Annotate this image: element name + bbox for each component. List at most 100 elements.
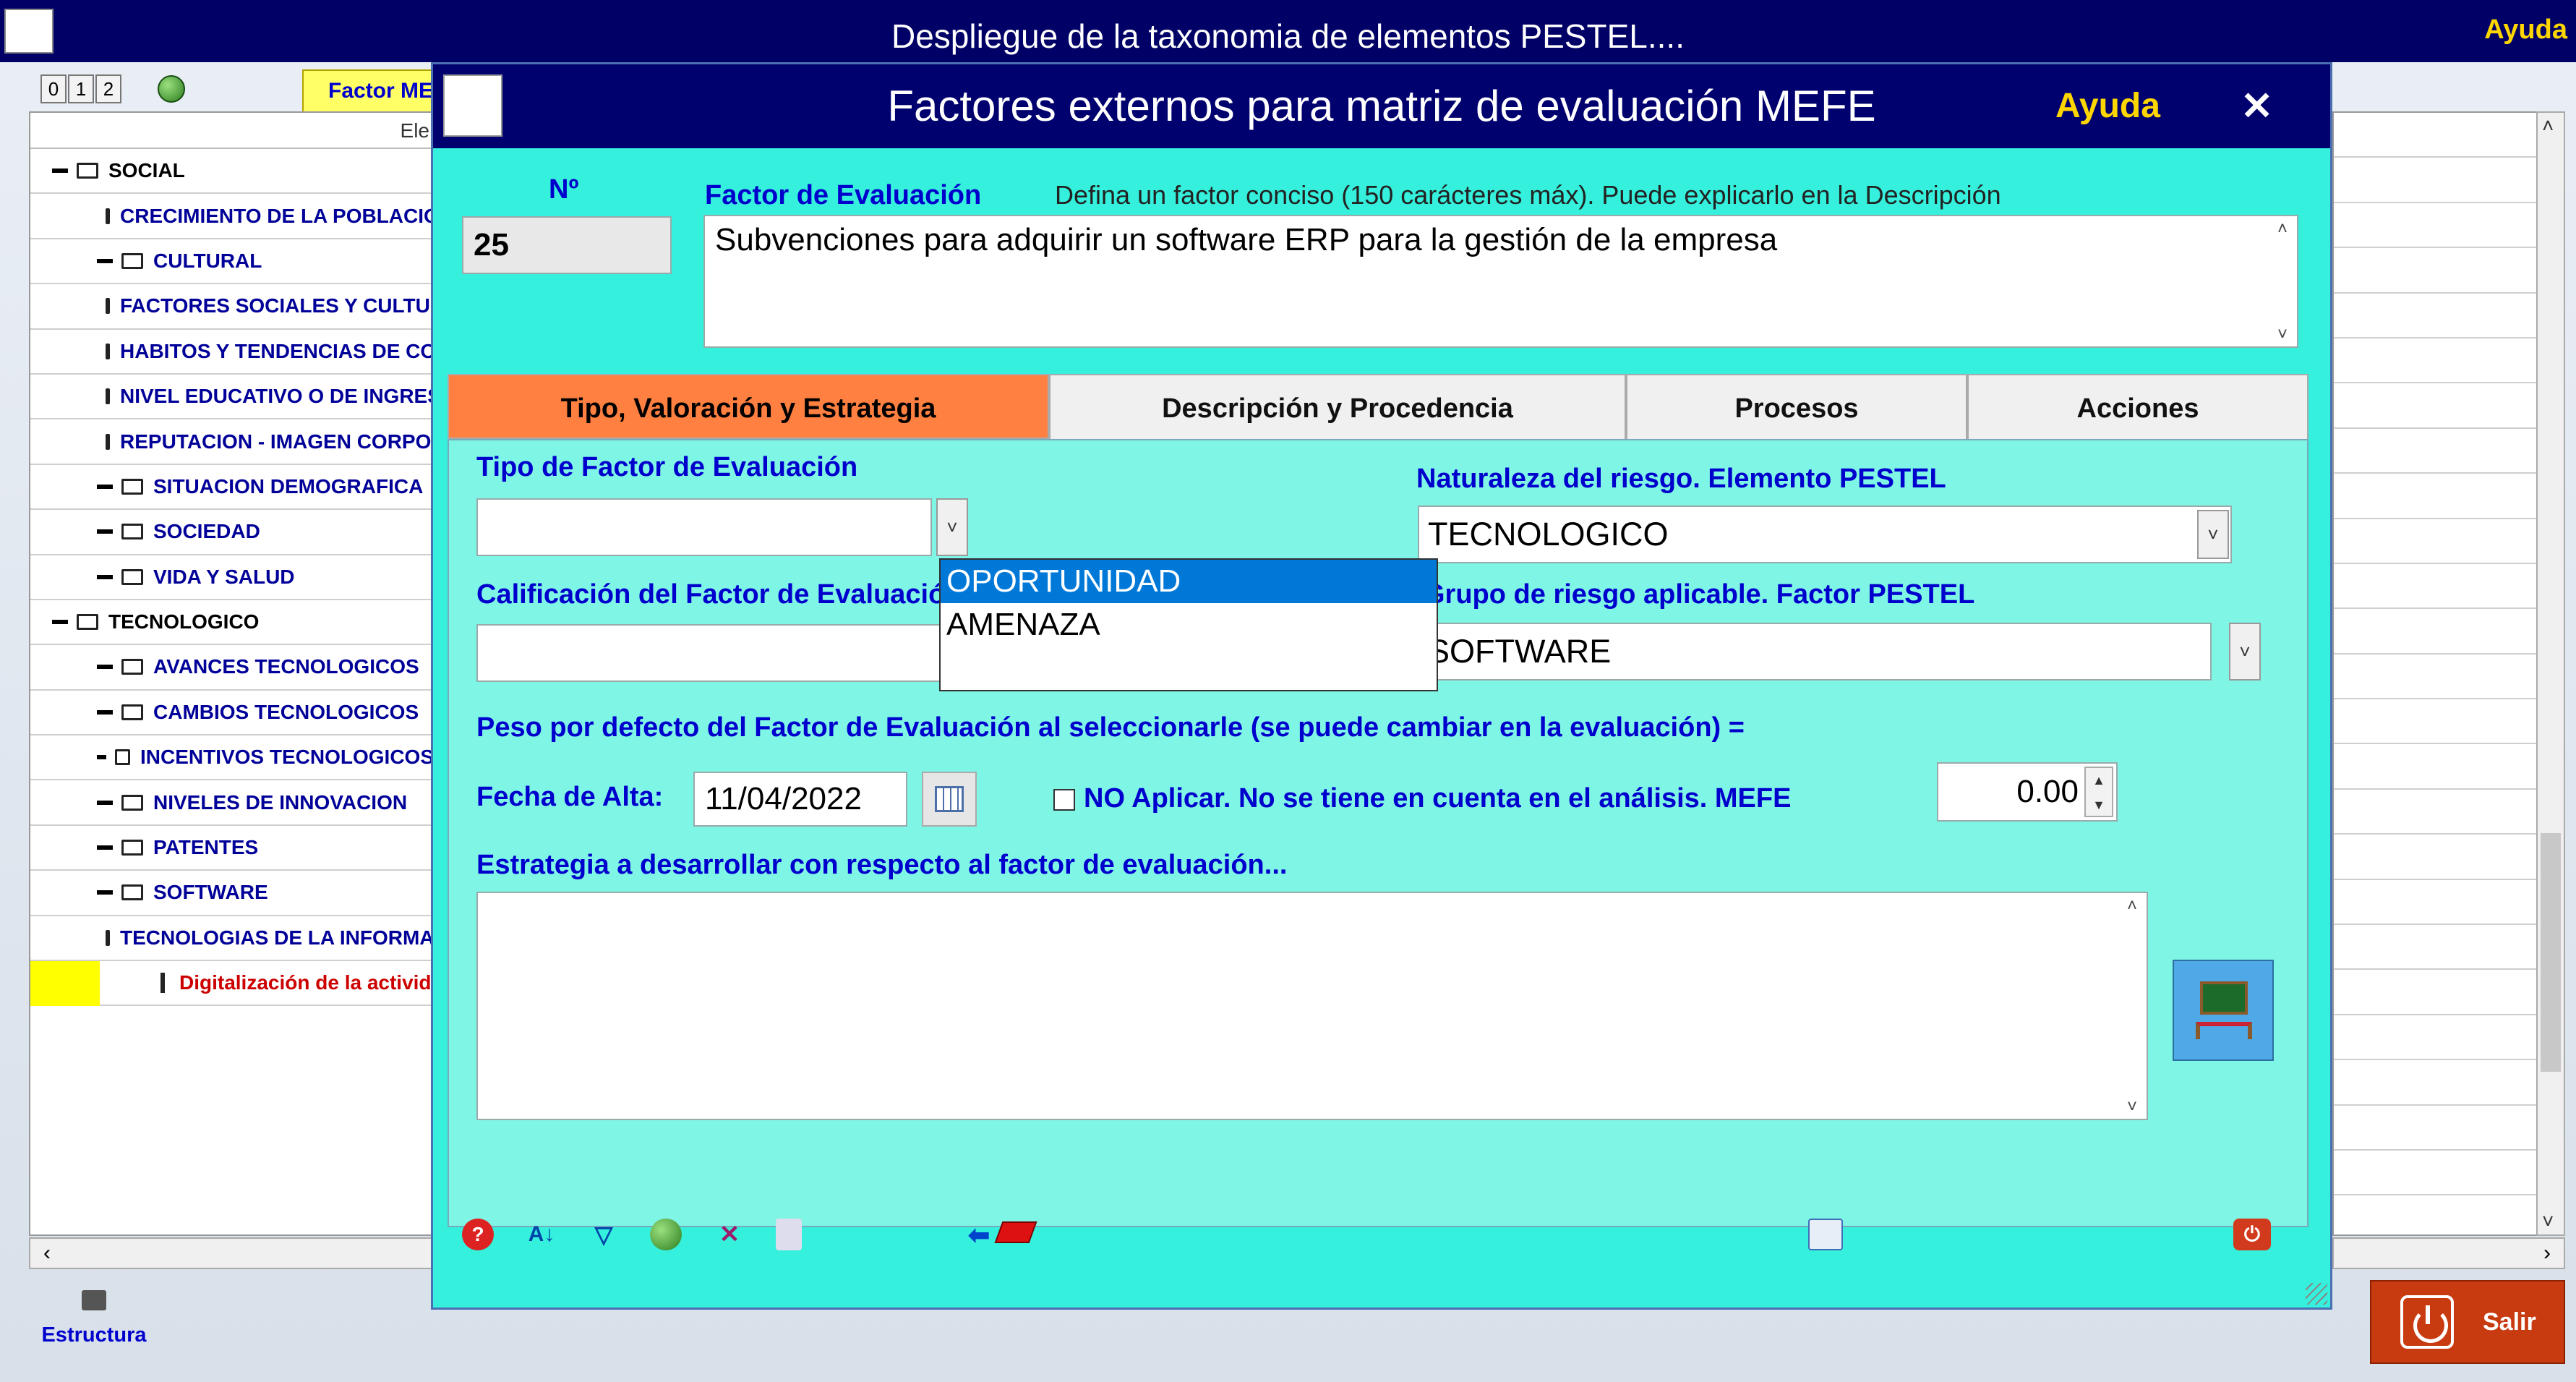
fecha-field[interactable]: 11/04/2022 (693, 772, 907, 827)
tipo-dropdown-button[interactable]: ˅ (936, 498, 968, 556)
collapse-icon[interactable] (97, 665, 113, 670)
tree-node[interactable]: SOCIAL (30, 149, 434, 195)
collapse-icon[interactable] (97, 574, 113, 579)
tree-node[interactable]: TECNOLOGIAS DE LA INFORMACION (30, 916, 434, 962)
tree-node[interactable]: TECNOLOGICO (30, 600, 434, 646)
tree-node[interactable]: VIDA Y SALUD (30, 555, 434, 600)
factor-textarea[interactable]: Subvenciones para adquirir un software E… (703, 215, 2298, 348)
fecha-label: Fecha de Alta: (476, 782, 664, 812)
globe-icon[interactable] (650, 1219, 682, 1250)
selection-highlight (30, 961, 100, 1006)
calificacion-combo[interactable] (476, 624, 975, 682)
close-icon[interactable]: ✕ (2241, 83, 2273, 129)
tree-node[interactable]: NIVELES DE INNOVACION (30, 780, 434, 826)
outer-help-link[interactable]: Ayuda (2484, 14, 2567, 46)
spellcheck-button[interactable] (2173, 960, 2274, 1061)
tree-node-label: CAMBIOS TECNOLOGICOS (153, 700, 419, 723)
save-icon[interactable] (1808, 1219, 1843, 1250)
vertical-scrollbar[interactable]: ˄ ˅ (2536, 111, 2565, 1236)
level-2-button[interactable]: 2 (95, 74, 121, 103)
tree-node[interactable]: SOCIEDAD (30, 510, 434, 555)
scroll-down-icon[interactable]: ˅ (2542, 1210, 2554, 1233)
collapse-icon[interactable] (97, 800, 113, 805)
tree-node[interactable]: INCENTIVOS TECNOLOGICOS (30, 735, 434, 781)
scroll-up-icon[interactable]: ˄ (2542, 114, 2554, 137)
factor-mefe-tab[interactable]: Factor MEFE (302, 69, 432, 113)
tree-node[interactable]: HABITOS Y TENDENCIAS DE CONSUMO (30, 330, 434, 375)
clipboard-icon[interactable] (776, 1219, 802, 1250)
dropdown-option[interactable]: OPORTUNIDAD (941, 560, 1437, 603)
tree-node[interactable]: SITUACION DEMOGRAFICA (30, 465, 434, 511)
tree-node[interactable]: FACTORES SOCIALES Y CULTURALES (30, 284, 434, 330)
collapse-icon[interactable] (97, 484, 113, 489)
resize-grip-icon[interactable] (2306, 1283, 2327, 1305)
collapse-icon[interactable] (97, 755, 107, 760)
globe-icon[interactable] (158, 75, 185, 103)
tree-header: Ele (30, 113, 434, 149)
number-field[interactable]: 25 (462, 216, 672, 274)
exit-button[interactable]: Salir (2370, 1280, 2565, 1364)
folder-icon (121, 794, 143, 811)
collapse-icon[interactable] (97, 709, 113, 715)
sort-az-icon[interactable]: A↓ (526, 1219, 557, 1250)
tree-node[interactable]: REPUTACION - IMAGEN CORPORATIVA (30, 419, 434, 465)
scroll-up-icon[interactable]: ˄ (2272, 219, 2293, 239)
folder-icon (106, 433, 110, 450)
outer-title-bar: Despliegue de la taxonomia de elementos … (0, 0, 2576, 62)
collapse-icon[interactable] (97, 258, 113, 263)
tab-acciones[interactable]: Acciones (1967, 374, 2308, 440)
level-0-button[interactable]: 0 (40, 74, 67, 103)
power-icon[interactable]: ⏻ (2233, 1219, 2271, 1250)
tree-node[interactable]: CRECIMIENTO DE LA POBLACION (30, 194, 434, 239)
grid-horizontal-scrollbar[interactable]: › (2332, 1237, 2565, 1269)
tree-node[interactable]: AVANCES TECNOLOGICOS (30, 645, 434, 691)
grupo-combo[interactable]: SOFTWARE (1418, 623, 2212, 681)
factor-label: Factor de Evaluación (705, 180, 982, 210)
tree-node-label: HABITOS Y TENDENCIAS DE CONSUMO (120, 339, 434, 362)
filter-icon[interactable]: ▽ (588, 1219, 620, 1250)
tree-node[interactable]: SOFTWARE (30, 871, 434, 916)
tree-node[interactable]: CULTURAL (30, 239, 434, 285)
excel-export-icon[interactable]: ✕ (714, 1219, 745, 1250)
tab-descripcion[interactable]: Descripción y Procedencia (1049, 374, 1626, 440)
calendar-button[interactable] (922, 772, 977, 827)
tree-node[interactable]: NIVEL EDUCATIVO O DE INGRESOS (30, 375, 434, 420)
no-aplicar-label: NO Aplicar. No se tiene en cuenta en el … (1084, 783, 1792, 814)
dropdown-option[interactable]: AMENAZA (941, 603, 1437, 647)
tab-tipo-valoracion[interactable]: Tipo, Valoración y Estrategia (448, 374, 1049, 439)
peso-spinner[interactable]: 0.00 ▲ ▼ (1937, 762, 2118, 822)
scroll-up-icon[interactable]: ˄ (2122, 896, 2142, 916)
tree-node[interactable]: PATENTES (30, 826, 434, 871)
estrategia-textarea[interactable]: ˄ ˅ (476, 892, 2148, 1120)
level-1-button[interactable]: 1 (68, 74, 94, 103)
scroll-down-icon[interactable]: ˅ (2122, 1097, 2142, 1117)
folder-icon (121, 524, 143, 540)
naturaleza-dropdown-button[interactable]: ˅ (2197, 510, 2229, 559)
tree-node-label: FACTORES SOCIALES Y CULTURALES (120, 294, 434, 317)
collapse-icon[interactable] (52, 169, 68, 174)
scroll-thumb[interactable] (2541, 833, 2561, 1072)
tree-horizontal-scrollbar[interactable]: ‹ (29, 1237, 435, 1269)
dialog-help-link[interactable]: Ayuda (2055, 86, 2160, 126)
tipo-combo[interactable] (476, 498, 932, 556)
collapse-icon[interactable] (97, 845, 113, 850)
folder-icon (106, 298, 110, 315)
tab-procesos[interactable]: Procesos (1626, 374, 1967, 440)
collapse-icon[interactable] (97, 529, 113, 534)
grupo-dropdown-button[interactable]: ˅ (2229, 623, 2261, 681)
grupo-label: Grupo de riesgo aplicable. Factor PESTEL (1424, 579, 1975, 610)
help-icon[interactable]: ? (462, 1219, 494, 1250)
collapse-icon[interactable] (52, 620, 68, 625)
collapse-icon[interactable] (97, 890, 113, 895)
no-aplicar-checkbox[interactable] (1053, 789, 1075, 811)
structure-button[interactable]: Estructura (33, 1290, 155, 1347)
back-to-book-icon[interactable]: ⬅ (968, 1219, 1048, 1250)
tree-node-label: REPUTACION - IMAGEN CORPORATIVA (120, 430, 434, 453)
naturaleza-combo[interactable]: TECNOLOGICO (1418, 506, 2232, 563)
exit-label: Salir (2483, 1308, 2536, 1336)
spinner-arrows-icon[interactable]: ▲ ▼ (2084, 767, 2113, 817)
calificacion-label: Calificación del Factor de Evaluación (476, 579, 962, 610)
folder-icon (106, 343, 110, 359)
tree-node[interactable]: CAMBIOS TECNOLOGICOS (30, 691, 434, 736)
scroll-down-icon[interactable]: ˅ (2272, 325, 2293, 345)
